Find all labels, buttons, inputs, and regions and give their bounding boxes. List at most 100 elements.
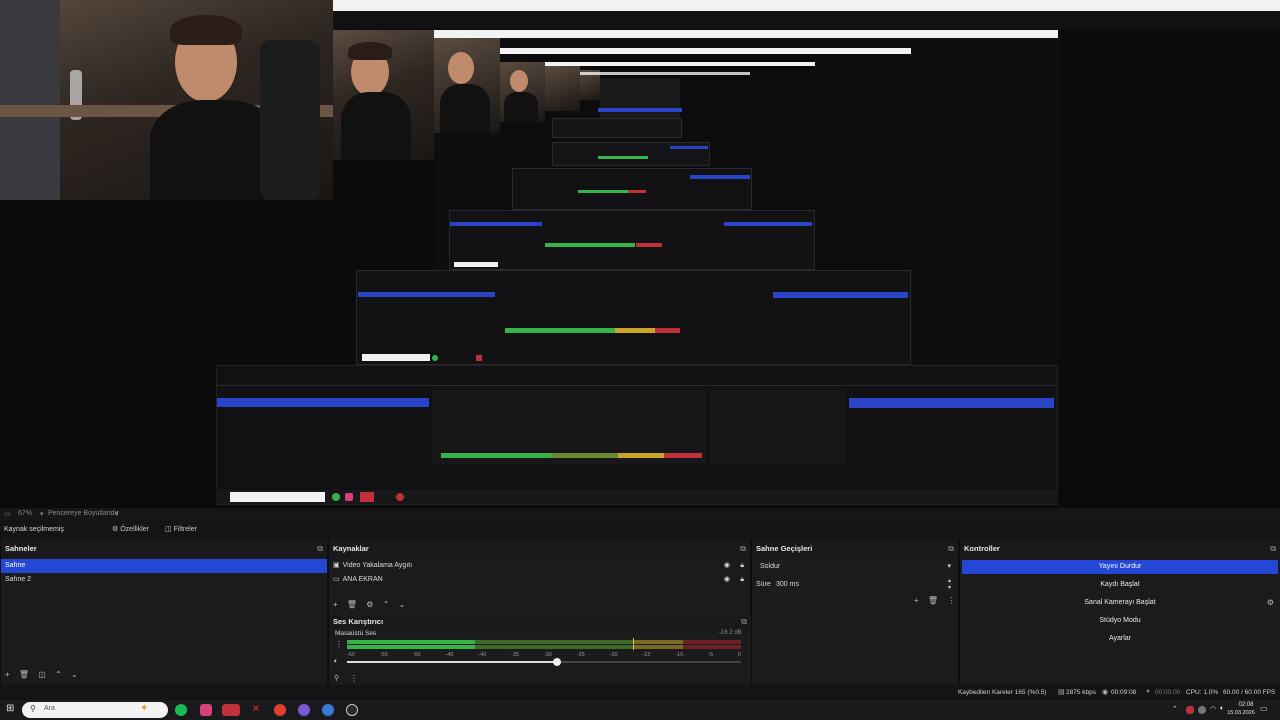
obs-icon[interactable]: [346, 704, 358, 716]
move-down-icon[interactable]: ⌄: [71, 670, 78, 679]
nested-webcam-2: [434, 38, 500, 133]
move-up-icon[interactable]: ⌃: [383, 600, 390, 609]
nested-window-1-titlebar: [434, 30, 1058, 38]
volume-slider-track[interactable]: [557, 661, 741, 663]
dock-undock-icon[interactable]: ⧉: [1270, 540, 1276, 558]
transition-type-select[interactable]: Soldur ▾: [756, 561, 955, 573]
meter-red: [683, 640, 741, 644]
lock-icon[interactable]: 🔒︎: [740, 573, 744, 587]
stepper-icon[interactable]: ▴ ▾: [948, 578, 951, 592]
captured-window-header: [333, 11, 1280, 29]
move-up-icon[interactable]: ⌃: [55, 670, 62, 679]
dropdown-icon: ▾: [40, 511, 44, 518]
search-placeholder: Ara: [44, 705, 55, 712]
webcam-feed: [0, 0, 333, 200]
captured-window-titlebar: [333, 0, 1280, 11]
windows-start-icon[interactable]: ⊞: [6, 703, 14, 714]
status-bar: Kaybedilen Kareler 165 (%0.5) ▤ 2875 kbp…: [0, 685, 1280, 700]
network-icon: ▤: [1058, 689, 1065, 696]
dock-undock-icon[interactable]: ⧉: [740, 540, 746, 558]
duration-input[interactable]: 300 ms ▴ ▾: [772, 578, 955, 592]
add-transition-icon[interactable]: +: [914, 596, 919, 605]
x-app-icon[interactable]: ✕: [250, 704, 262, 716]
filter-icon: ◫: [165, 526, 172, 533]
mixer-menu-icon[interactable]: ⋮: [335, 640, 343, 649]
nested-webcam-feed: [333, 30, 434, 160]
app-active-icon[interactable]: [222, 704, 240, 716]
move-down-icon[interactable]: ⌄: [399, 600, 406, 609]
gear-icon[interactable]: ⚙: [1267, 596, 1274, 610]
bitrate: 2875 kbps: [1066, 689, 1096, 696]
remove-source-icon[interactable]: 🗑: [347, 600, 357, 609]
meter-yellow: [633, 640, 683, 644]
mixer-level: -16.2 dB: [719, 630, 742, 636]
nested-webcam-3: [500, 62, 545, 122]
wifi-icon[interactable]: ◠: [1210, 705, 1216, 713]
search-icon: ⚲: [30, 704, 36, 713]
steam-icon[interactable]: [322, 704, 334, 716]
audio-mixer: Ses Karıştırıcı ⧉ Masaüstü Ses -16.2 dB …: [329, 616, 751, 685]
fit-dropdown-icon[interactable]: ▾: [115, 510, 119, 518]
dock-undock-icon[interactable]: ⧉: [741, 616, 747, 628]
taskbar-search[interactable]: ⚲ Ara ✦: [22, 702, 168, 718]
notifications-icon[interactable]: ▭: [1260, 704, 1268, 713]
nested-obs-2: [356, 270, 911, 365]
clock-date[interactable]: 15.03.2026: [1223, 710, 1259, 716]
remove-scene-icon[interactable]: 🗑: [19, 670, 29, 679]
taskbar: ⊞ ⚲ Ara ✦ ✕ ⌃ ◠ 🔈︎ 02:08 15.03.2026 ▭: [0, 700, 1280, 720]
meter-green: [347, 640, 475, 644]
volume-slider-handle[interactable]: [553, 658, 561, 666]
tray-app-icon[interactable]: [1198, 706, 1206, 714]
fit-window-label[interactable]: Pencereye Boyutlandır: [48, 510, 119, 517]
sources-dock: Kaynaklar ⧉ ▣ Video Yakalama Aygıtı ◉ 🔒︎ …: [328, 540, 751, 685]
visibility-eye-icon[interactable]: ◉: [724, 573, 730, 587]
start-recording-button[interactable]: Kaydı Başlat: [962, 578, 1278, 592]
gear-icon: ⚙: [112, 526, 119, 533]
mixer-link-icon[interactable]: ⚲: [334, 674, 339, 682]
studio-mode-button[interactable]: Stüdyo Modu: [962, 614, 1278, 628]
sources-title: Kaynaklar ⧉: [329, 540, 750, 558]
opera-icon[interactable]: [274, 704, 286, 716]
properties-button[interactable]: ⚙ Özellikler: [112, 525, 149, 533]
dock-undock-icon[interactable]: ⧉: [317, 540, 323, 558]
dock-undock-icon[interactable]: ⧉: [948, 540, 954, 558]
start-virtual-camera-button[interactable]: Sanal Kamerayı Başlat ⚙: [962, 596, 1278, 610]
no-source-selected-label: Kaynak seçilmemiş: [4, 526, 64, 533]
source-settings-gear-icon[interactable]: ⚙: [366, 600, 373, 609]
duration-label: Süre: [756, 581, 771, 588]
scene-item-sahne[interactable]: Sahne: [1, 559, 327, 573]
transition-menu-icon[interactable]: ⋮: [947, 596, 955, 605]
speaker-icon[interactable]: 🔈︎: [334, 658, 338, 666]
stop-streaming-button[interactable]: Yayını Durdur: [962, 560, 1278, 574]
source-item-ana-ekran[interactable]: ▭ ANA EKRAN ◉ 🔒︎: [329, 573, 750, 587]
instagram-icon[interactable]: [200, 704, 212, 716]
tray-chevron-icon[interactable]: ⌃: [1172, 705, 1178, 713]
zoom-level[interactable]: 67%: [18, 510, 32, 517]
meter-green-dim: [475, 640, 633, 644]
discord-icon[interactable]: [298, 704, 310, 716]
settings-button[interactable]: Ayarlar: [962, 632, 1278, 646]
source-toolbar: Kaynak seçilmemiş ⚙ Özellikler ◫ Filtrel…: [0, 520, 1280, 540]
nested-window-3-titlebar: [545, 62, 815, 66]
tray-record-icon[interactable]: [1186, 706, 1194, 714]
monitor-icon: ▭: [333, 576, 340, 583]
add-scene-icon[interactable]: +: [5, 670, 10, 679]
sparkle-icon: ✦: [140, 703, 149, 714]
preview-canvas[interactable]: [0, 0, 1280, 508]
preview-toolbar: ▭ 67% ▾ Pencereye Boyutlandır ▾: [0, 508, 1280, 520]
mixer-more-icon[interactable]: ⋮: [350, 674, 358, 683]
mixer-channel-label: Masaüstü Ses: [335, 630, 377, 637]
add-source-icon[interactable]: +: [333, 600, 338, 609]
scenes-dock: Sahneler ⧉ Sahne Sahne 2 + 🗑 ◫ ⌃ ⌄: [0, 540, 327, 685]
filters-button[interactable]: ◫ Filtreler: [165, 525, 197, 533]
visibility-eye-icon[interactable]: ◉: [724, 559, 730, 573]
scene-item-sahne-2[interactable]: Sahne 2: [1, 573, 327, 587]
cpu-usage: CPU: 1.0%: [1186, 689, 1219, 696]
lock-icon[interactable]: 🔒︎: [740, 559, 744, 573]
clock-time[interactable]: 02:08: [1233, 702, 1259, 708]
broadcast-icon: ◉: [1102, 689, 1109, 696]
scene-filter-icon[interactable]: ◫: [38, 670, 46, 679]
spotify-icon[interactable]: [175, 704, 187, 716]
remove-transition-icon[interactable]: 🗑: [928, 596, 938, 605]
source-item-video-capture[interactable]: ▣ Video Yakalama Aygıtı ◉ 🔒︎: [329, 559, 750, 573]
